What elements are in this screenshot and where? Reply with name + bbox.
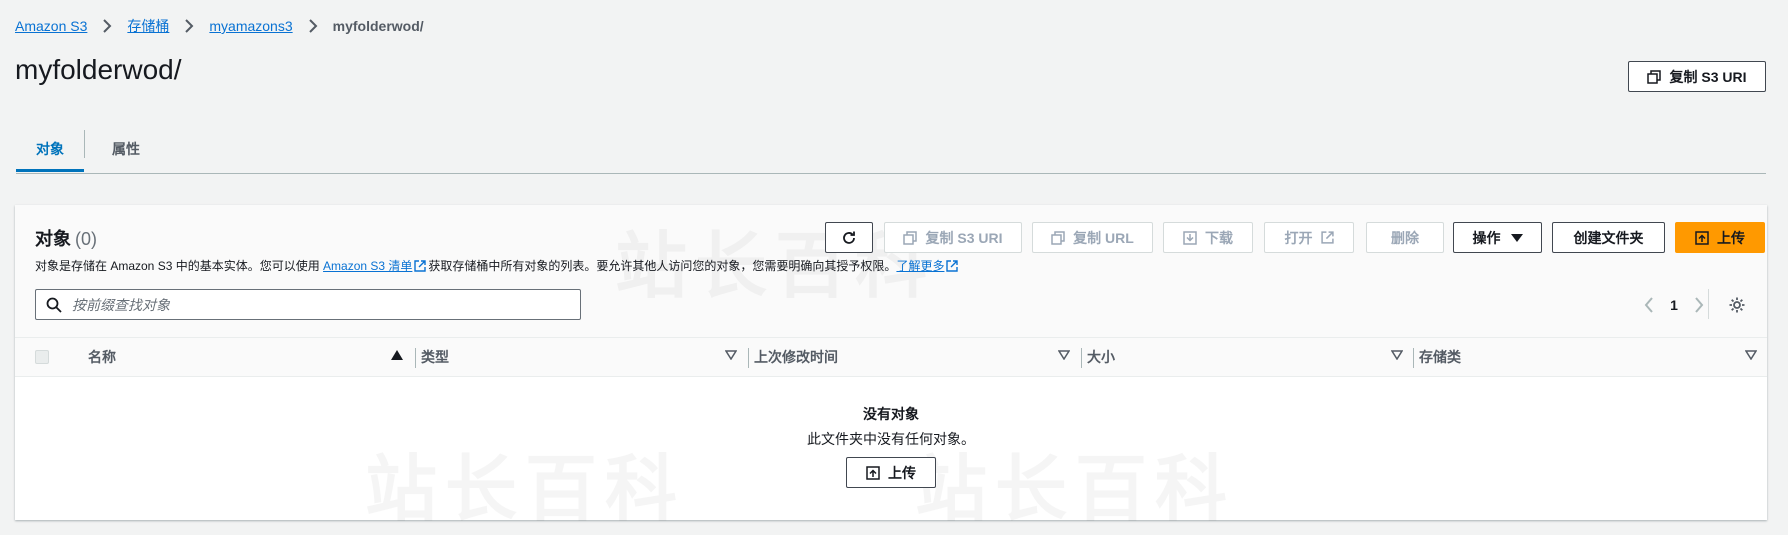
refresh-button[interactable] [825,222,873,253]
copy-url-label: 复制 URL [1073,229,1134,246]
download-icon [1183,230,1197,245]
upload-label: 上传 [888,464,916,481]
divider [1708,289,1709,319]
column-divider [1413,348,1414,368]
sort-icon[interactable] [1058,350,1070,360]
column-header-label: 上次修改时间 [754,349,838,365]
open-button[interactable]: 打开 [1264,222,1354,253]
tab-properties[interactable]: 属性 [84,126,168,172]
download-button[interactable]: 下载 [1163,222,1253,253]
search-input[interactable] [70,295,554,314]
breadcrumb-buckets[interactable]: 存储桶 [127,16,169,36]
table-header: 名称 类型 上次修改时间 大小 存储类 [15,337,1767,377]
sort-icon[interactable] [1391,350,1403,360]
caret-down-icon [1510,233,1523,242]
upload-icon [1695,230,1709,245]
settings-gear-icon[interactable] [1726,294,1748,316]
description-text-2: 获取存储桶中所有对象的列表。要允许其他人访问您的对象，您需要明确向其授予权限。 [428,259,897,273]
learn-more-link[interactable]: 了解更多 [896,259,944,273]
column-divider [1081,348,1082,368]
column-header-label: 存储类 [1419,349,1461,365]
tab-bar: 对象 属性 [16,126,1766,174]
objects-panel: 站长百科 站长百科 站长百科 对象(0) 对象是存储在 Amazon S3 中的… [15,205,1767,530]
page-number[interactable]: 1 [1663,297,1685,313]
chevron-right-icon [98,17,116,35]
objects-count: (0) [75,229,97,249]
create-folder-button[interactable]: 创建文件夹 [1552,222,1665,253]
copy-s3-uri-label: 复制 S3 URI [925,229,1003,246]
column-size[interactable]: 大小 [1087,338,1413,376]
column-header-label: 类型 [421,349,449,365]
copy-s3-uri-button[interactable]: 复制 S3 URI [1628,61,1766,92]
upload-button[interactable]: 上传 [1675,222,1765,253]
chevron-left-icon[interactable] [1635,291,1663,319]
download-label: 下载 [1205,229,1233,246]
copy-s3-uri-button[interactable]: 复制 S3 URI [884,222,1022,253]
description-text: 对象是存储在 Amazon S3 中的基本实体。您可以使用 [35,259,324,273]
breadcrumb-current: myfolderwod/ [332,18,424,34]
refresh-icon [843,231,855,244]
chevron-right-icon [180,17,198,35]
actions-label: 操作 [1472,229,1501,246]
tab-objects[interactable]: 对象 [16,126,84,172]
column-last-modified[interactable]: 上次修改时间 [754,338,1080,376]
open-label: 打开 [1284,229,1313,246]
copy-url-button[interactable]: 复制 URL [1032,222,1153,253]
inventory-link[interactable]: Amazon S3 清单 [323,259,412,273]
chevron-right-icon [304,17,322,35]
column-header-label: 大小 [1087,349,1115,365]
sort-ascending-icon[interactable] [391,350,403,360]
pagination: 1 [1635,289,1713,320]
column-name[interactable]: 名称 [88,338,413,376]
breadcrumb-bucket[interactable]: myamazons3 [209,18,292,34]
breadcrumb-amazon-s3[interactable]: Amazon S3 [15,18,87,34]
objects-description: 对象是存储在 Amazon S3 中的基本实体。您可以使用 Amazon S3 … [35,257,960,274]
sort-icon[interactable] [725,350,737,360]
column-header-label: 名称 [88,349,116,365]
search-icon [46,297,62,313]
search-box [35,289,581,320]
actions-dropdown[interactable]: 操作 [1453,222,1542,253]
objects-title: 对象 [35,229,71,249]
delete-button[interactable]: 删除 [1366,222,1444,253]
column-storage-class[interactable]: 存储类 [1419,338,1767,376]
select-all-checkbox[interactable] [35,350,49,364]
objects-heading: 对象 (0) [35,225,97,251]
copy-icon [903,230,918,245]
empty-state-description: 此文件夹中没有任何对象。 [807,431,975,447]
empty-upload-button[interactable]: 上传 [846,457,936,488]
empty-state-title: 没有对象 [863,406,919,422]
copy-icon [1647,69,1662,84]
upload-icon [866,465,880,480]
upload-label: 上传 [1717,229,1745,246]
external-link-icon [946,260,959,272]
column-type[interactable]: 类型 [421,338,747,376]
sort-icon[interactable] [1745,350,1757,360]
external-link-icon [414,260,427,272]
column-divider [748,348,749,368]
external-link-icon [1320,231,1334,244]
page-title: myfolderwod/ [15,54,182,85]
copy-s3-uri-label: 复制 S3 URI [1669,68,1747,85]
breadcrumb: Amazon S3 存储桶 myamazons3 myfolderwod/ [15,16,424,36]
column-divider [415,348,416,368]
copy-icon [1051,230,1065,245]
